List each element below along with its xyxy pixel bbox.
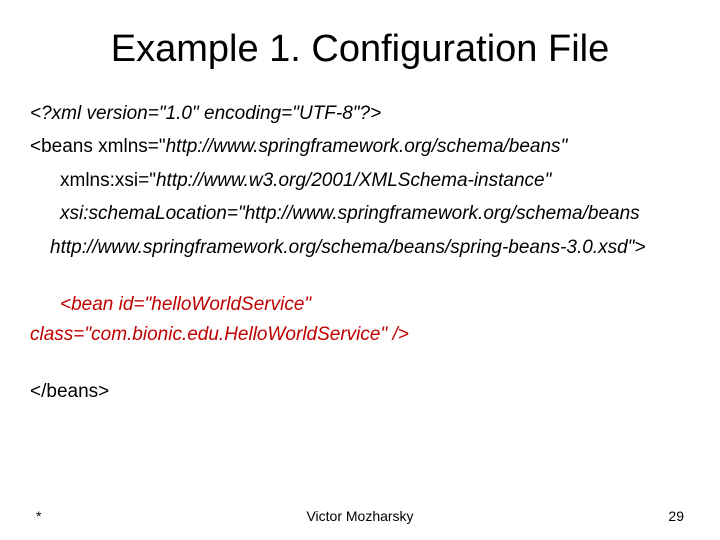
schema-xsd-line: http://www.springframework.org/schema/be… <box>30 233 690 262</box>
beans-open-line: <beans xmlns="http://www.springframework… <box>30 132 690 161</box>
footer-left: * <box>36 508 41 524</box>
xml-declaration: <?xml version="1.0" encoding="UTF-8"?> <box>30 99 690 128</box>
slide-content: <?xml version="1.0" encoding="UTF-8"?> <… <box>30 99 690 407</box>
xmlns-xsi-line: xmlns:xsi="http://www.w3.org/2001/XMLSch… <box>30 166 690 195</box>
beans-close-line: </beans> <box>30 377 690 406</box>
slide-title: Example 1. Configuration File <box>30 28 690 71</box>
schema-location-line: xsi:schemaLocation="http://www.springfra… <box>30 199 690 228</box>
bean-definition: <bean id="helloWorldService" class="com.… <box>30 290 690 349</box>
footer-page-number: 29 <box>668 508 684 524</box>
footer-author: Victor Mozharsky <box>306 508 413 524</box>
slide-footer: * Victor Mozharsky 29 <box>0 508 720 524</box>
slide: Example 1. Configuration File <?xml vers… <box>0 0 720 540</box>
